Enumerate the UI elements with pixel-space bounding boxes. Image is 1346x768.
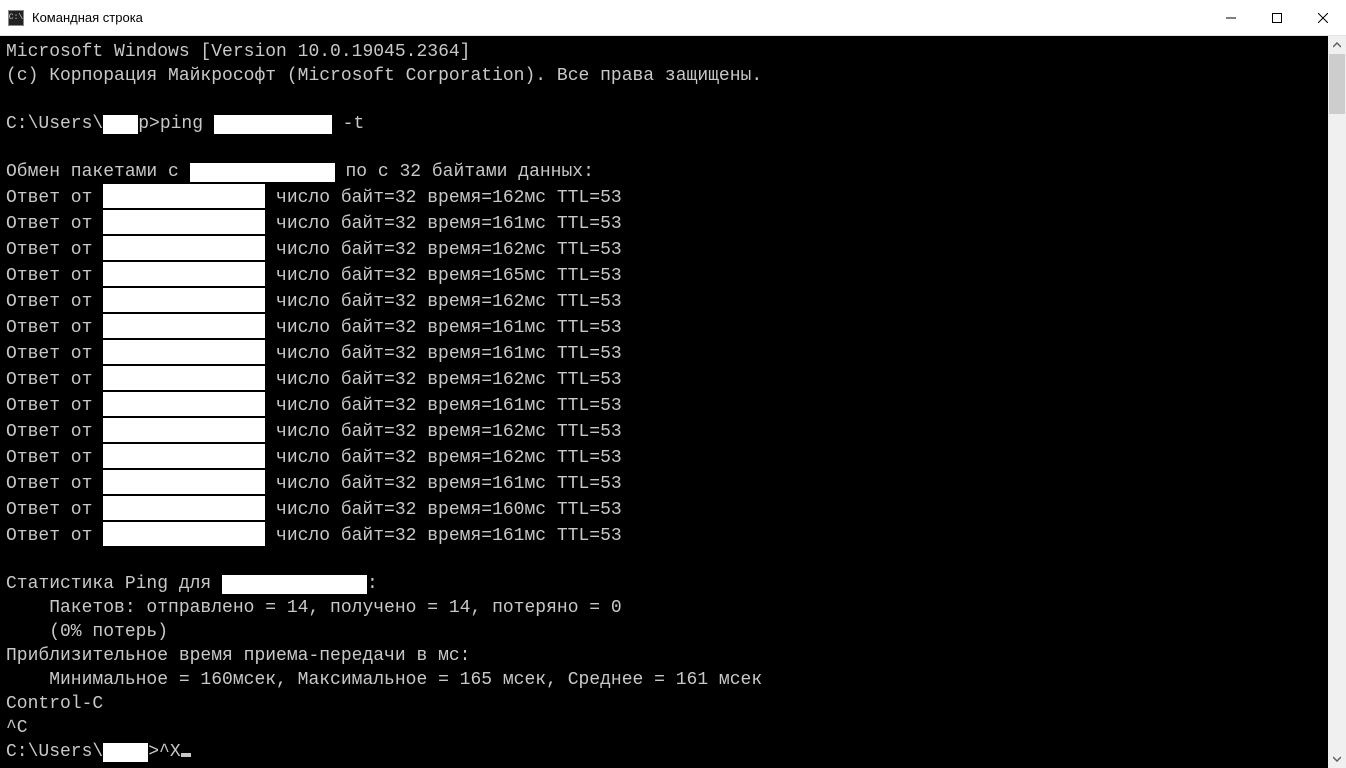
terminal-output[interactable]: Microsoft Windows [Version 10.0.19045.23… (0, 36, 1328, 768)
terminal-line: Ответ от число байт=32 время=165мс TTL=5… (6, 262, 1322, 288)
terminal-line: Ответ от число байт=32 время=161мс TTL=5… (6, 314, 1322, 340)
terminal-line: (0% потерь) (6, 620, 1322, 644)
terminal-line: (c) Корпорация Майкрософт (Microsoft Cor… (6, 64, 1322, 88)
terminal-line: Microsoft Windows [Version 10.0.19045.23… (6, 40, 1322, 64)
terminal-line: Минимальное = 160мсек, Максимальное = 16… (6, 668, 1322, 692)
scroll-down-button[interactable] (1328, 750, 1346, 768)
window-titlebar[interactable]: C:\ Командная строка (0, 0, 1346, 36)
terminal-line (6, 88, 1322, 112)
terminal-line: C:\Users\p>ping -t (6, 112, 1322, 136)
vertical-scrollbar[interactable] (1328, 36, 1346, 768)
terminal-line: Статистика Ping для : (6, 572, 1322, 596)
terminal-line: Ответ от число байт=32 время=161мс TTL=5… (6, 522, 1322, 548)
maximize-icon (1272, 13, 1282, 23)
terminal-line: Ответ от число байт=32 время=162мс TTL=5… (6, 288, 1322, 314)
scroll-up-button[interactable] (1328, 36, 1346, 54)
terminal-line (6, 136, 1322, 160)
terminal-line: Пакетов: отправлено = 14, получено = 14,… (6, 596, 1322, 620)
terminal-line: C:\Users\>^X (6, 740, 1322, 764)
close-button[interactable] (1300, 0, 1346, 36)
terminal-line: Ответ от число байт=32 время=161мс TTL=5… (6, 470, 1322, 496)
chevron-up-icon (1333, 42, 1341, 48)
maximize-button[interactable] (1254, 0, 1300, 36)
terminal-line: Ответ от число байт=32 время=162мс TTL=5… (6, 444, 1322, 470)
terminal-line: Ответ от число байт=32 время=160мс TTL=5… (6, 496, 1322, 522)
terminal-container: Microsoft Windows [Version 10.0.19045.23… (0, 36, 1346, 768)
terminal-line: Ответ от число байт=32 время=162мс TTL=5… (6, 184, 1322, 210)
cmd-icon: C:\ (8, 10, 24, 26)
terminal-line: Ответ от число байт=32 время=162мс TTL=5… (6, 366, 1322, 392)
terminal-line: Ответ от число байт=32 время=161мс TTL=5… (6, 210, 1322, 236)
terminal-line: Ответ от число байт=32 время=162мс TTL=5… (6, 418, 1322, 444)
window-controls (1208, 0, 1346, 35)
terminal-line: Ответ от число байт=32 время=161мс TTL=5… (6, 392, 1322, 418)
terminal-line: Ответ от число байт=32 время=161мс TTL=5… (6, 340, 1322, 366)
minimize-icon (1226, 13, 1236, 23)
terminal-line: Приблизительное время приема-передачи в … (6, 644, 1322, 668)
chevron-down-icon (1333, 756, 1341, 762)
window-title: Командная строка (32, 10, 143, 25)
minimize-button[interactable] (1208, 0, 1254, 36)
terminal-line (6, 548, 1322, 572)
cursor (181, 753, 191, 757)
terminal-line: Control-C (6, 692, 1322, 716)
terminal-line: ^C (6, 716, 1322, 740)
scroll-thumb[interactable] (1329, 54, 1345, 114)
terminal-line: Ответ от число байт=32 время=162мс TTL=5… (6, 236, 1322, 262)
terminal-line: Обмен пакетами с по с 32 байтами данных: (6, 160, 1322, 184)
close-icon (1318, 13, 1328, 23)
